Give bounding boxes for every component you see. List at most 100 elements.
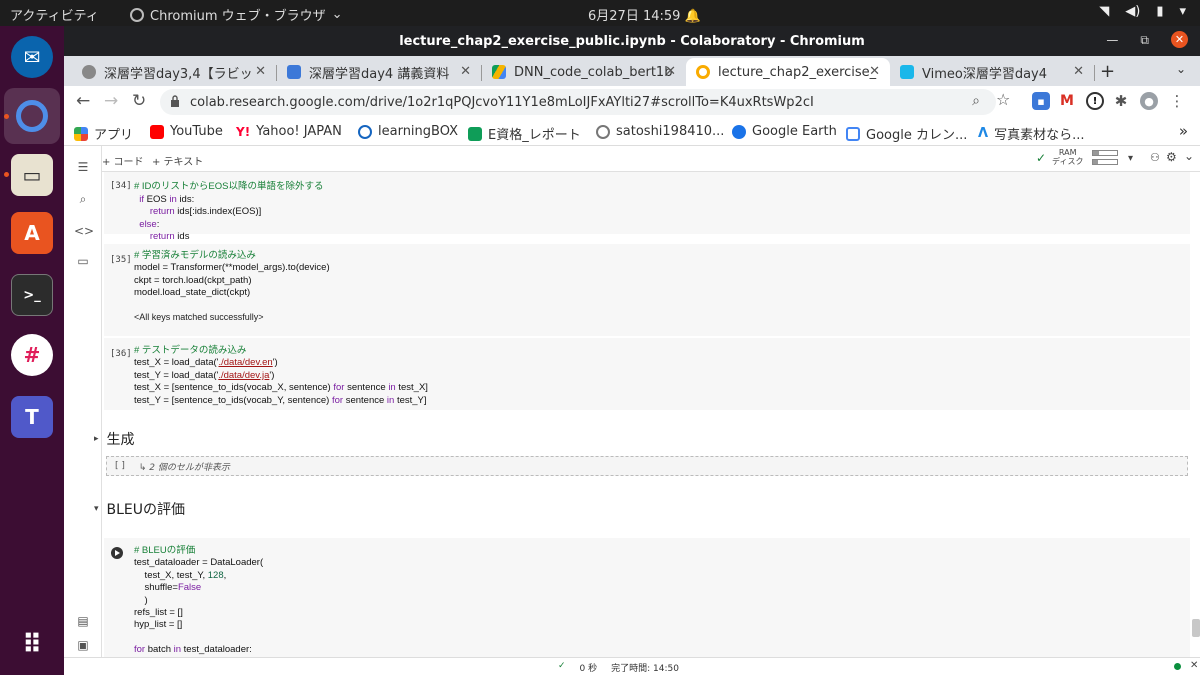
command-palette-icon[interactable]: ▤ [74,614,92,628]
cell-execution-count: [34] [110,181,132,191]
cell-code[interactable]: # BLEUの評価 test_dataloader = DataLoader( … [134,545,263,657]
slack-icon[interactable]: # [11,334,53,376]
cell-code[interactable]: # 学習済みモデルの読み込み model = Transformer(**mod… [134,250,330,300]
bookmarks-bar: アプリ YouTube Y! Yahoo! JAPAN learningBOX E… [64,118,1200,146]
url-text: colab.research.google.com/drive/1o2r1qPQ… [190,94,814,110]
bookmark-label: YouTube [170,124,223,139]
tab-label: lecture_chap2_exercise_ [718,64,877,80]
disk-label: ディスク [1052,157,1084,166]
chromium-dock-icon[interactable] [4,88,60,144]
tab-dnn-code[interactable]: DNN_code_colab_bert1b ✕ [482,58,686,86]
thunderbird-icon[interactable]: ✉ [11,36,53,78]
cell-output: <All keys matched successfully> [134,312,264,322]
info-extension-icon[interactable]: ! [1086,92,1104,110]
code-cell[interactable]: [35] # 学習済みモデルの読み込み model = Transformer(… [104,244,1190,336]
bookmark-google-earth[interactable]: Google Earth [732,124,837,139]
bookmark-yahoo[interactable]: Y! Yahoo! JAPAN [236,124,342,139]
resource-monitor[interactable]: RAM ディスク [1052,148,1083,166]
run-cell-button[interactable] [111,547,123,559]
share-users-icon[interactable]: ⚇ [1150,151,1160,164]
software-center-icon[interactable]: A [11,212,53,254]
back-icon[interactable]: ← [76,91,90,111]
close-window-icon[interactable]: ✕ [1171,31,1188,48]
avatar[interactable]: ● [1140,92,1158,110]
more-menu-icon[interactable]: ⋮ [1168,92,1186,110]
forward-icon[interactable]: → [104,91,118,111]
bookmark-label: アプリ [94,128,134,143]
bookmark-satoshi[interactable]: satoshi198410... [596,124,724,139]
tab-lecture-chap2[interactable]: lecture_chap2_exercise_ ✕ [686,58,890,86]
code-cell[interactable]: [34] # IDのリストからEOS以降の単語を除外する if EOS in i… [104,172,1190,242]
tab-search-icon[interactable]: ⌄ [1176,62,1186,76]
tab-day4-slides[interactable]: 深層学習day4 講義資料 ✕ [277,58,481,86]
bookmark-youtube[interactable]: YouTube [150,124,223,139]
new-tab-button[interactable]: + [1100,61,1115,82]
bookmark-label: Google カレン... [866,128,968,143]
close-tab-icon[interactable]: ✕ [869,64,880,79]
window-titlebar[interactable]: lecture_chap2_exercise_public.ipynb - Co… [64,26,1200,56]
tab-rabbit[interactable]: 深層学習day3,4【ラビッ ✕ [72,58,276,86]
bookmark-google-calendar[interactable]: Google カレン... [846,124,967,143]
vimeo-icon [900,65,914,79]
section-toggle-icon[interactable]: ▸ [94,434,99,444]
close-status-icon[interactable]: ✕ [1190,660,1198,671]
files-icon[interactable]: ▭ [11,154,53,196]
tab-label: DNN_code_colab_bert1b [514,64,673,80]
add-text-button[interactable]: + テキスト [152,153,203,168]
settings-gear-icon[interactable]: ⚙ [1166,150,1177,164]
reload-icon[interactable]: ↻ [132,91,146,111]
section-bleu[interactable]: ▾ BLEUの評価 [94,499,185,519]
code-cell[interactable]: [36] # テストデータの読み込み test_X = load_data('.… [104,338,1190,410]
tab-favicon-icon [287,65,301,79]
section-toggle-icon[interactable]: ▾ [94,504,99,514]
bookmark-photo-stock[interactable]: Λ 写真素材なら... [978,124,1084,143]
close-tab-icon[interactable]: ✕ [665,64,676,79]
address-bar[interactable]: colab.research.google.com/drive/1o2r1qPQ… [160,89,996,115]
section-generate[interactable]: ▸ 生成 [94,429,135,449]
puzzle-icon[interactable]: ✱ [1112,92,1130,110]
scrollbar-thumb[interactable] [1192,619,1200,637]
extension-icon[interactable]: ▪ [1032,92,1050,110]
tab-vimeo[interactable]: Vimeo深層学習day4 ✕ [890,58,1094,86]
bookmark-star-icon[interactable]: ☆ [996,90,1010,109]
cell-code[interactable]: # テストデータの読み込み test_X = load_data('./data… [134,345,428,407]
bookmark-learningbox[interactable]: learningBOX [358,124,458,139]
search-icon[interactable]: ⌕ [74,192,92,206]
code-line: if EOS in ids: [139,193,195,205]
code-snippets-icon[interactable]: <> [74,224,94,238]
minimize-icon[interactable]: — [1106,33,1118,48]
hidden-cells-bar[interactable]: [ ] ↳ 2 個のセルが非表示 [106,456,1188,476]
app-menu[interactable]: Chromium ウェブ・ブラウザ ⌄ [130,5,343,24]
terminal-panel-icon[interactable]: ▣ [74,638,92,652]
teams-icon[interactable]: T [11,396,53,438]
colab-icon [696,65,710,79]
close-tab-icon[interactable]: ✕ [460,64,471,79]
hidden-cells-text: ↳ 2 個のセルが非表示 [138,462,230,473]
toc-icon[interactable]: ☰ [74,160,92,174]
system-tray[interactable]: ◥ ◀) ▮ ▾ [1099,4,1186,19]
youtube-icon [150,124,164,139]
files-panel-icon[interactable]: ▭ [74,254,92,268]
close-tab-icon[interactable]: ✕ [255,64,266,79]
maximize-icon[interactable]: ⧉ [1140,33,1149,48]
zoom-icon[interactable]: ⌕ [972,93,980,109]
add-code-button[interactable]: + コード [102,153,144,168]
terminal-icon[interactable]: >_ [11,274,53,316]
collapse-header-icon[interactable]: ⌄ [1184,149,1194,163]
cell-execution-count: [36] [110,349,132,359]
code-line: hyp_list = [] [134,619,183,631]
bookmarks-overflow-icon[interactable]: » [1179,122,1188,140]
activities-button[interactable]: アクティビティ [10,5,99,24]
close-tab-icon[interactable]: ✕ [1073,64,1084,79]
code-cell[interactable]: # BLEUの評価 test_dataloader = DataLoader( … [104,538,1190,658]
bookmark-apps[interactable]: アプリ [74,124,133,143]
code-line: # テストデータの読み込み [134,345,247,356]
bookmark-e-report[interactable]: E資格_レポート [468,124,581,143]
browser-window: lecture_chap2_exercise_public.ipynb - Co… [64,26,1200,675]
show-apps-icon[interactable]: ⠿ [11,624,53,666]
runtime-dropdown-icon[interactable]: ▾ [1128,153,1133,164]
gmail-icon[interactable]: M [1058,92,1076,110]
cell-code[interactable]: # IDのリストからEOS以降の単語を除外する if EOS in ids: r… [134,169,324,243]
clock[interactable]: 6月27日 14:59 🔔 [588,5,701,24]
chevron-down-icon: ⌄ [331,7,343,22]
